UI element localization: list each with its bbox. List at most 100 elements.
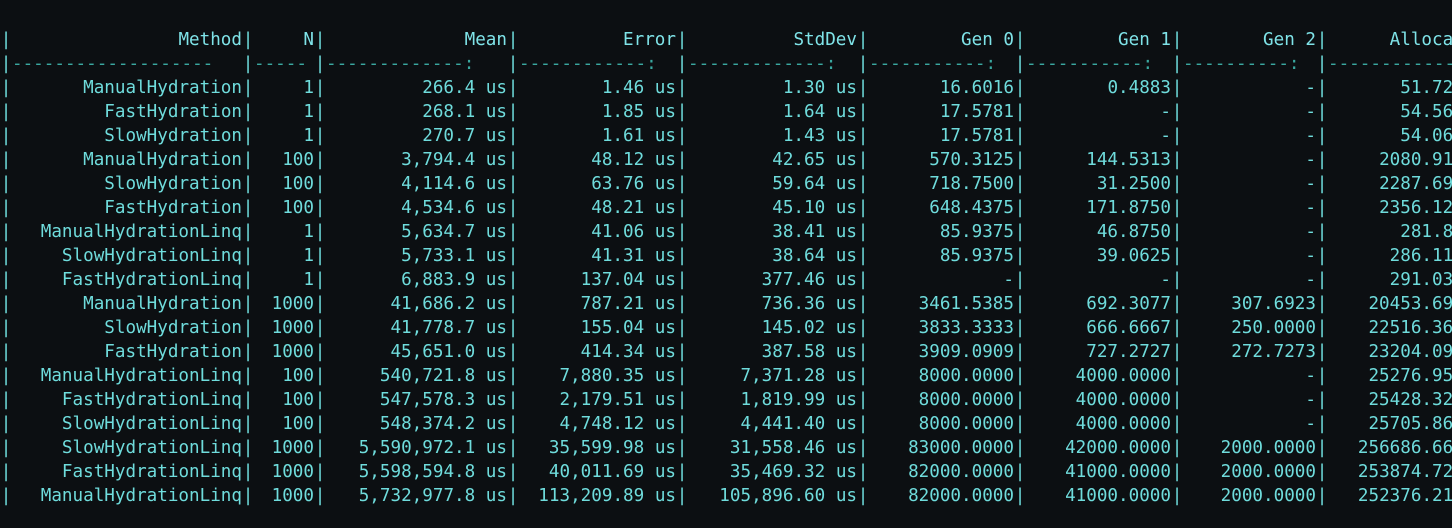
cell-gen-1: 0.4883 xyxy=(1107,78,1171,98)
column-divider-6: | xyxy=(1014,150,1026,170)
column-divider-6: | xyxy=(1014,54,1026,74)
table-row[interactable]: | ManualHydrationLinq | 1000 | 5,732,977.8 us… xyxy=(0,484,1452,508)
cell-allocated: 54.56 KB xyxy=(1400,102,1452,122)
table-row[interactable]: | SlowHydration | 1 | 270.7 us | 1.61 us | 1.43 u… xyxy=(0,124,1452,148)
cell-error: 48.12 us xyxy=(591,150,676,170)
cell-gen-0: 16.6016 xyxy=(939,78,1014,98)
cell-method: FastHydrationLinq xyxy=(61,462,242,482)
cell-method: ManualHydration xyxy=(83,294,242,314)
table-row[interactable]: | FastHydrationLinq | 1000 | 5,598,594.8 us | 4… xyxy=(0,460,1452,484)
column-divider-7: | xyxy=(1171,390,1183,410)
table-row[interactable]: | SlowHydration | 100 | 4,114.6 us | 63.76 us | 5… xyxy=(0,172,1452,196)
column-divider-8: | xyxy=(1316,414,1328,434)
table-row[interactable]: | FastHydration | 100 | 4,534.6 us | 48.21 us | 4… xyxy=(0,196,1452,220)
cell-allocated: 51.72 KB xyxy=(1400,78,1452,98)
column-header-allocated[interactable]: Allocated xyxy=(1328,28,1452,52)
column-divider-6: | xyxy=(1014,270,1026,290)
column-divider-2: | xyxy=(314,270,326,290)
cell-stddev: 105,896.60 us xyxy=(719,486,857,506)
column-header-n[interactable]: N xyxy=(254,28,314,52)
cell-allocated: 253874.72 KB xyxy=(1357,462,1452,482)
cell-gen-1: 41000.0000 xyxy=(1065,462,1171,482)
table-row[interactable]: | FastHydrationLinq | 100 | 547,578.3 us | 2,17… xyxy=(0,388,1452,412)
cell-mean: 5,733.1 us xyxy=(401,246,507,266)
cell-error: 1.85 us xyxy=(601,102,676,122)
cell-gen-1: - xyxy=(1160,270,1171,290)
column-divider-8: | xyxy=(1316,30,1328,50)
column-divider-7: | xyxy=(1171,318,1183,338)
cell-mean: 266.4 us xyxy=(422,78,507,98)
column-divider-3: | xyxy=(507,222,519,242)
column-divider-5: | xyxy=(857,438,869,458)
cell-allocated: 2080.91 KB xyxy=(1379,150,1452,170)
column-divider-5: | xyxy=(857,30,869,50)
benchmark-results-table: | Method | N | Mean | Error | StdDev | Gen 0 | Gen 1 |… xyxy=(0,28,1452,508)
cell-gen-1: 171.8750 xyxy=(1086,198,1171,218)
table-row[interactable]: | FastHydrationLinq | 1 | 6,883.9 us | 137.04 u… xyxy=(0,268,1452,292)
column-divider-6: | xyxy=(1014,414,1026,434)
cell-gen-0: 82000.0000 xyxy=(908,462,1014,482)
table-row[interactable]: | FastHydration | 1 | 268.1 us | 1.85 us | 1.64 u… xyxy=(0,100,1452,124)
separator-allocated: ------------: xyxy=(1328,54,1452,74)
cell-gen-2: - xyxy=(1305,246,1316,266)
table-row[interactable]: | ManualHydrationLinq | 1 | 5,634.7 us | 41.06 … xyxy=(0,220,1452,244)
cell-gen-2: 307.6923 xyxy=(1231,294,1316,314)
separator-error: ------------: xyxy=(519,54,657,74)
table-row[interactable]: | SlowHydrationLinq | 1000 | 5,590,972.1 us | 3… xyxy=(0,436,1452,460)
table-row[interactable]: | FastHydration | 1000 | 45,651.0 us | 414.34 u… xyxy=(0,340,1452,364)
column-divider-4: | xyxy=(676,54,688,74)
table-row[interactable]: | ManualHydration | 100 | 3,794.4 us | 48.12 us… xyxy=(0,148,1452,172)
cell-gen-2: - xyxy=(1305,174,1316,194)
column-divider-8: | xyxy=(1316,342,1328,362)
cell-method: ManualHydrationLinq xyxy=(40,486,242,506)
column-header-stddev[interactable]: StdDev xyxy=(688,28,857,52)
cell-gen-2: - xyxy=(1305,126,1316,146)
table-row[interactable]: | ManualHydration | 1 | 266.4 us | 1.46 us | 1.30… xyxy=(0,76,1452,100)
cell-n: 1 xyxy=(303,246,314,266)
cell-mean: 45,651.0 us xyxy=(390,342,507,362)
column-header-method[interactable]: Method xyxy=(12,28,242,52)
column-divider-4: | xyxy=(676,366,688,386)
cell-stddev: 4,441.40 us xyxy=(740,414,857,434)
column-divider-7: | xyxy=(1171,366,1183,386)
table-row[interactable]: | ManualHydrationLinq | 100 | 540,721.8 us | 7,… xyxy=(0,364,1452,388)
table-row[interactable]: | SlowHydration | 1000 | 41,778.7 us | 155.04 u… xyxy=(0,316,1452,340)
column-divider-3: | xyxy=(507,438,519,458)
column-divider-8: | xyxy=(1316,54,1328,74)
column-divider-1: | xyxy=(242,294,254,314)
column-divider-2: | xyxy=(314,390,326,410)
column-header-gen-1[interactable]: Gen 1 xyxy=(1026,28,1171,52)
cell-stddev: 35,469.32 us xyxy=(729,462,857,482)
cell-method: FastHydration xyxy=(104,342,242,362)
column-divider-5: | xyxy=(857,78,869,98)
column-divider-1: | xyxy=(242,78,254,98)
column-divider-5: | xyxy=(857,222,869,242)
column-header-mean[interactable]: Mean xyxy=(326,28,507,52)
column-divider-7: | xyxy=(1171,54,1183,74)
column-divider-5: | xyxy=(857,54,869,74)
separator-n: ----- xyxy=(254,54,307,74)
cell-n: 1000 xyxy=(271,318,314,338)
column-divider-7: | xyxy=(1171,486,1183,506)
cell-method: ManualHydration xyxy=(83,150,242,170)
column-divider-6: | xyxy=(1014,246,1026,266)
column-divider-6: | xyxy=(1014,462,1026,482)
table-row[interactable]: | ManualHydration | 1000 | 41,686.2 us | 787.21… xyxy=(0,292,1452,316)
cell-error: 63.76 us xyxy=(591,174,676,194)
column-divider-0: | xyxy=(0,270,12,290)
cell-stddev: 38.64 us xyxy=(772,246,857,266)
column-header-error[interactable]: Error xyxy=(519,28,676,52)
column-divider-7: | xyxy=(1171,462,1183,482)
column-divider-0: | xyxy=(0,390,12,410)
column-header-gen-2[interactable]: Gen 2 xyxy=(1183,28,1316,52)
column-divider-3: | xyxy=(507,462,519,482)
cell-gen-1: - xyxy=(1160,126,1171,146)
column-divider-5: | xyxy=(857,198,869,218)
column-divider-3: | xyxy=(507,486,519,506)
table-row[interactable]: | SlowHydrationLinq | 1 | 5,733.1 us | 41.31 us… xyxy=(0,244,1452,268)
cell-allocated: 2287.69 KB xyxy=(1379,174,1452,194)
cell-gen-2: 2000.0000 xyxy=(1220,462,1316,482)
table-row[interactable]: | SlowHydrationLinq | 100 | 548,374.2 us | 4,74… xyxy=(0,412,1452,436)
cell-n: 1 xyxy=(303,102,314,122)
column-header-gen-0[interactable]: Gen 0 xyxy=(869,28,1014,52)
